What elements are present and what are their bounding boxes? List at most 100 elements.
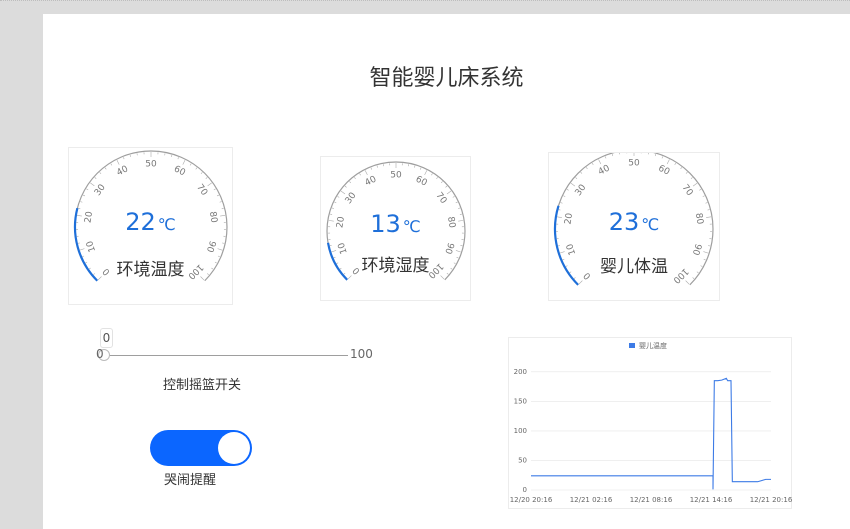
- gauge-tick: [200, 172, 203, 174]
- gauge-tick: [705, 202, 708, 204]
- gauge-tick: [337, 196, 340, 198]
- gauge-tick: [445, 185, 448, 188]
- gauge-tick: [80, 201, 83, 203]
- legend-label: 婴儿温度: [639, 341, 667, 350]
- gauge-tick: [666, 159, 670, 165]
- y-tick-label: 200: [514, 368, 527, 376]
- gauge-tick-label: 60: [656, 164, 671, 178]
- gauge-tick: [692, 277, 695, 279]
- gauge-tick: [219, 201, 222, 203]
- chart-svg: 婴儿温度 0 50 100 150 200 12/20 20:16 12/21 02:16 12…: [510, 341, 793, 504]
- gauge-label: 环境湿度: [361, 256, 430, 276]
- gauge-tick: [436, 177, 438, 180]
- gauge-tick: [424, 170, 428, 176]
- gauge-tick: [611, 154, 614, 157]
- x-tick-label: 12/21 14:16: [690, 496, 733, 504]
- gauge-tick: [182, 160, 186, 165]
- gauge-tick: [189, 163, 192, 166]
- gauge-tick: [213, 188, 216, 191]
- gauge-tick: [661, 156, 663, 159]
- gauge-tick: [702, 195, 705, 197]
- gauge-tick-label: 50: [628, 159, 640, 169]
- cry-alert-label: 哭闹提醒: [164, 473, 217, 488]
- gauge-tick: [414, 165, 416, 168]
- gauge-tick: [347, 275, 352, 280]
- gauge-tick: [376, 165, 378, 168]
- top-bar: [0, 0, 850, 15]
- slider-min-label: 0: [96, 347, 104, 361]
- gauge-tick: [452, 196, 455, 198]
- gauge-tick-label: 60: [414, 174, 429, 188]
- gauge-tick: [699, 189, 702, 191]
- gauge-value: 23 ℃: [549, 208, 719, 236]
- gauge-tick-label: 30: [93, 182, 108, 197]
- gauge-tick: [217, 248, 223, 251]
- gauge-tick: [331, 207, 335, 209]
- gauge-tick: [79, 248, 85, 251]
- x-tick-label: 12/21 08:16: [630, 496, 673, 504]
- series-line: [531, 377, 771, 490]
- gauge-tick: [99, 172, 102, 174]
- gauge-label: 婴儿体温: [600, 257, 668, 277]
- baby-temp-chart: 婴儿温度 0 50 100 150 200 12/20 20:16 12/21 02:16 12…: [508, 337, 793, 509]
- gauge-tick: [195, 167, 198, 170]
- gauge-tick: [575, 177, 578, 179]
- gauge-tick: [598, 159, 602, 165]
- x-tick-label: 12/21 20:16: [750, 496, 793, 504]
- gauge-tick: [692, 182, 698, 187]
- slider-track[interactable]: [103, 355, 348, 356]
- gauge-tick: [455, 201, 458, 204]
- gauge-baby-temp: 0 10 20 30 40 50 60 70 80 90 100 23 ℃ 婴儿体温: [548, 152, 720, 301]
- gauge-tick: [431, 173, 433, 176]
- gauge-tick: [680, 167, 683, 170]
- gauge-tick: [344, 185, 347, 188]
- gauge-tick: [605, 156, 607, 159]
- gauge-tick: [94, 177, 97, 179]
- gauge-tick-label: 40: [115, 164, 130, 178]
- gauge-tick: [585, 167, 588, 170]
- gauge-tick-label: 50: [145, 160, 157, 170]
- gauge-value-number: 23: [608, 208, 640, 236]
- gauge-value-number: 13: [370, 210, 401, 238]
- gauge-tick: [349, 181, 352, 184]
- gauge-tick-label: 70: [680, 183, 695, 198]
- gauge-tick: [654, 154, 657, 157]
- gauge-tick: [359, 173, 361, 176]
- gauge-env-humidity: 0 10 20 30 40 50 60 70 80 90 100 13 ℃ 环境湿度: [320, 156, 471, 301]
- cry-alert-toggle[interactable]: [150, 430, 252, 466]
- gauge-tick: [674, 162, 677, 165]
- y-tick-label: 50: [518, 456, 527, 464]
- gauge-tick: [129, 154, 131, 157]
- y-tick-label: 100: [514, 427, 527, 435]
- rocking-slider[interactable]: 0 0 100: [96, 328, 388, 378]
- x-tick-label: 12/20 20:16: [510, 496, 553, 504]
- gauge-tick-label: 70: [433, 191, 448, 206]
- gauge-tick: [340, 190, 346, 195]
- page-title: 智能婴儿床系统: [369, 66, 524, 91]
- gauge-tick: [123, 157, 125, 160]
- rocking-switch-label: 控制摇篮开关: [163, 378, 242, 393]
- slider-value-tooltip: 0: [100, 328, 113, 348]
- gauge-tick-label: 50: [390, 171, 402, 181]
- gauge-tick: [446, 190, 452, 195]
- gauge-tick: [90, 182, 95, 187]
- y-tick-label: 150: [514, 397, 527, 405]
- gauge-tick-label: 40: [597, 163, 612, 177]
- gauge-tick: [177, 157, 179, 160]
- gauge-tick: [570, 182, 576, 187]
- gauge-tick: [573, 277, 576, 279]
- main-panel: 智能婴儿床系统 0 10 20 30 40 50 60 70 80 90 100 22 ℃ 环境温度 …: [43, 14, 850, 529]
- gauge-tick: [685, 280, 690, 285]
- gauge-tick: [420, 167, 422, 170]
- gauge-tick: [685, 171, 688, 174]
- gauge-tick: [566, 189, 569, 191]
- y-tick-label: 0: [523, 486, 527, 494]
- gauge-value: 13 ℃: [321, 210, 470, 238]
- gauge-tick: [440, 275, 445, 280]
- gauge-tick: [216, 194, 219, 197]
- gauge-tick: [205, 177, 208, 179]
- gauge-tick: [563, 195, 566, 197]
- gauge-tick-label: 30: [344, 191, 359, 206]
- gauge-tick-label: 70: [194, 183, 209, 198]
- gauge-tick: [440, 181, 443, 184]
